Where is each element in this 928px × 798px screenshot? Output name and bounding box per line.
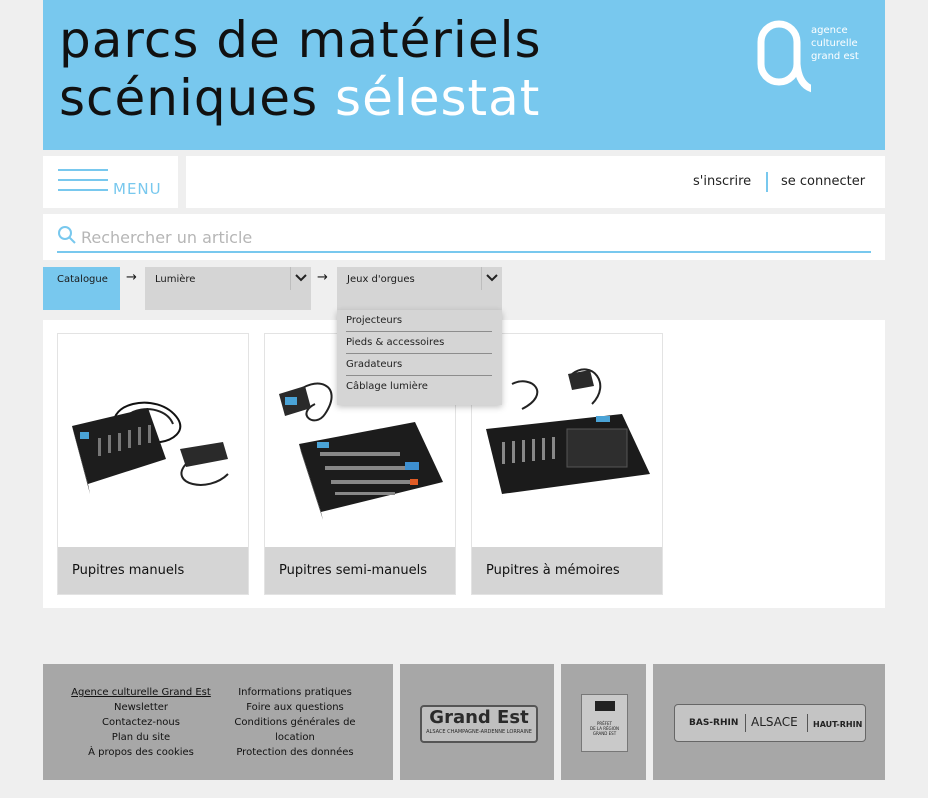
product-name: Pupitres manuels <box>72 563 185 578</box>
product-name: Pupitres à mémoires <box>486 563 620 578</box>
dropdown-option-projecteurs[interactable]: Projecteurs <box>346 310 492 332</box>
product-caption: Pupitres semi-manuels <box>265 547 455 594</box>
footer-link-faq[interactable]: Foire aux questions <box>223 700 367 715</box>
site-title-line1: parcs de matériels <box>59 11 542 69</box>
breadcrumb-select-jeux-orgues[interactable]: Jeux d'orgues <box>337 267 502 310</box>
dropdown-option-gradateurs[interactable]: Gradateurs <box>346 354 492 376</box>
product-caption: Pupitres manuels <box>58 547 248 594</box>
hamburger-icon <box>58 169 108 199</box>
footer-link-contact[interactable]: Contactez-nous <box>65 715 217 730</box>
alsace-logo-text: ALSACE <box>751 715 798 729</box>
hautrhin-logo-text: HAUT-RHIN <box>813 720 863 729</box>
agence-logo-mark-icon <box>757 20 811 93</box>
footer-link-cookies[interactable]: À propos des cookies <box>65 745 217 760</box>
login-link[interactable]: se connecter <box>781 174 865 189</box>
footer-link-privacy[interactable]: Protection des données <box>223 745 367 760</box>
alsace-logo: BAS-RHIN ALSACE HAUT-RHIN <box>674 704 866 742</box>
site-title-line2: scéniques sélestat <box>59 70 540 126</box>
footer-link-sitemap[interactable]: Plan du site <box>65 730 217 745</box>
logo-text-line: culturelle <box>811 38 858 49</box>
logo-text-line: agence <box>811 25 848 36</box>
prefet-logo-text: PRÉFET DE LA RÉGION GRAND EST <box>582 721 627 736</box>
grandest-logo-text: Grand Est <box>429 707 529 728</box>
breadcrumb-lumiere-label: Lumière <box>155 274 196 285</box>
footer-links-col1: Agence culturelle Grand Est Newsletter C… <box>65 685 217 760</box>
search-bar <box>43 214 885 260</box>
logo-divider <box>745 714 746 732</box>
menu-button[interactable]: MENU <box>43 156 178 208</box>
breadcrumb-select-lumiere[interactable]: Lumière <box>145 267 311 310</box>
basrhin-logo-text: BAS-RHIN <box>689 718 739 728</box>
footer-link-newsletter[interactable]: Newsletter <box>65 700 217 715</box>
logo-divider <box>807 714 808 732</box>
footer-link-cgl-2[interactable]: location <box>223 730 367 745</box>
signup-link[interactable]: s'inscrire <box>693 174 751 189</box>
prefet-logo: PRÉFET DE LA RÉGION GRAND EST <box>581 694 628 752</box>
logo-text-line: grand est <box>811 51 859 62</box>
search-icon[interactable] <box>57 225 77 245</box>
footer-link-agence[interactable]: Agence culturelle Grand Est <box>65 685 217 700</box>
breadcrumb-jeux-orgues-label: Jeux d'orgues <box>347 274 415 285</box>
footer-link-infos[interactable]: Informations pratiques <box>223 685 367 700</box>
product-card[interactable]: Pupitres manuels <box>57 333 249 595</box>
auth-divider <box>766 172 768 192</box>
product-caption: Pupitres à mémoires <box>472 547 662 594</box>
auth-bar: s'inscrire se connecter <box>186 156 885 208</box>
search-underline <box>57 251 871 253</box>
footer-logo-alsace[interactable]: BAS-RHIN ALSACE HAUT-RHIN <box>653 664 885 780</box>
agence-logo-text: agence culturelle grand est <box>811 24 859 63</box>
site-title-light: sélestat <box>335 69 541 127</box>
category-dropdown-menu: Projecteurs Pieds & accessoires Gradateu… <box>337 310 502 405</box>
dropdown-option-cablage-lumiere[interactable]: Câblage lumière <box>346 376 492 397</box>
dropdown-option-pieds-accessoires[interactable]: Pieds & accessoires <box>346 332 492 354</box>
breadcrumb-catalogue[interactable]: Catalogue <box>43 267 120 310</box>
footer-links-panel: Agence culturelle Grand Est Newsletter C… <box>43 664 393 780</box>
menu-label: MENU <box>113 180 162 198</box>
agence-logo[interactable]: agence culturelle grand est <box>751 14 871 94</box>
site-title-dark: scéniques <box>59 69 319 127</box>
footer-logo-grandest[interactable]: Grand Est ALSACE CHAMPAGNE-ARDENNE LORRA… <box>400 664 554 780</box>
footer-logo-prefet[interactable]: PRÉFET DE LA RÉGION GRAND EST <box>561 664 646 780</box>
site-header-banner: parcs de matériels scéniques sélestat ag… <box>43 0 885 150</box>
prefet-text-line: GRAND EST <box>592 731 617 736</box>
breadcrumb-catalogue-label: Catalogue <box>57 274 108 285</box>
breadcrumb-arrow-icon: → <box>317 270 328 285</box>
grandest-logo: Grand Est ALSACE CHAMPAGNE-ARDENNE LORRA… <box>420 705 538 743</box>
product-name: Pupitres semi-manuels <box>279 563 428 578</box>
chevron-down-icon[interactable] <box>290 267 311 290</box>
footer-link-cgl[interactable]: Conditions générales de <box>223 715 367 730</box>
chevron-down-icon[interactable] <box>481 267 502 290</box>
marianne-icon <box>594 701 615 711</box>
product-image-manual-console <box>72 401 229 494</box>
search-input[interactable] <box>79 225 863 249</box>
breadcrumb-arrow-icon: → <box>126 270 137 285</box>
grandest-logo-subtext: ALSACE CHAMPAGNE-ARDENNE LORRAINE <box>426 729 532 735</box>
footer-links-col2: Informations pratiques Foire aux questio… <box>223 685 367 760</box>
